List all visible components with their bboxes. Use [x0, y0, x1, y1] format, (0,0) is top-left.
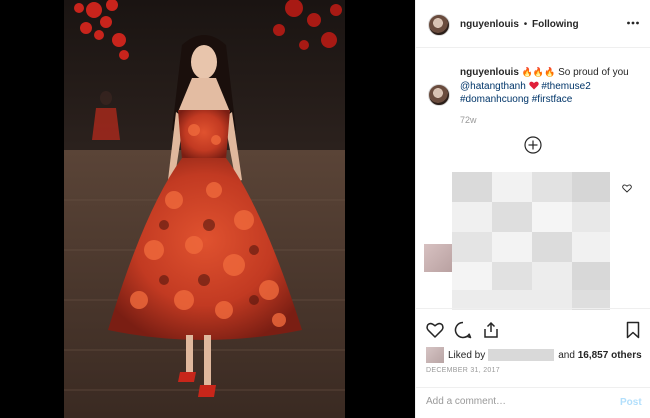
likes-count[interactable]: 16,857 others — [578, 350, 642, 361]
blurred-commenter-avatar — [424, 244, 452, 272]
share-icon[interactable] — [482, 321, 500, 339]
comment-icon[interactable] — [454, 321, 472, 339]
hashtag-link[interactable]: #firstface — [532, 94, 573, 105]
comment-like-icon[interactable] — [622, 184, 632, 193]
post-caption: nguyenlouis 🔥🔥🔥 So proud of you @hatangt… — [460, 66, 640, 107]
post-header: nguyenlouis • Following — [416, 0, 650, 48]
liker-avatar[interactable] — [426, 347, 444, 363]
author-username[interactable]: nguyenlouis — [460, 19, 519, 30]
header-user-line: nguyenlouis • Following — [460, 19, 579, 30]
hashtag-link[interactable]: #themuse2 — [541, 81, 590, 92]
post-details-panel: nguyenlouis • Following nguyenlouis 🔥🔥🔥 … — [415, 0, 650, 418]
heart-icon[interactable] — [426, 321, 444, 339]
blurred-comment-block — [452, 172, 610, 310]
likes-summary: Liked by and 16,857 others — [426, 347, 642, 363]
ellipsis-icon[interactable] — [626, 16, 640, 30]
separator-dot: • — [523, 19, 528, 30]
caption-timestamp: 72w — [460, 115, 477, 125]
likes-and-label: and — [558, 349, 575, 361]
comment-bar: Post — [416, 387, 650, 418]
post-comment-button[interactable]: Post — [620, 397, 642, 408]
post-actions-section: Liked by and 16,857 others DECEMBER 31, … — [416, 308, 650, 418]
red-heart-icon — [528, 81, 539, 89]
post-photo[interactable] — [64, 0, 345, 418]
author-avatar[interactable] — [428, 14, 450, 36]
blurred-liker-name[interactable] — [488, 349, 555, 361]
following-button[interactable]: Following — [532, 19, 579, 30]
caption-username[interactable]: nguyenlouis — [460, 67, 519, 78]
fire-emojis: 🔥🔥🔥 — [521, 67, 556, 77]
comment-input[interactable] — [426, 396, 596, 407]
caption-text: So proud of you — [558, 67, 629, 78]
load-more-comments-icon[interactable] — [524, 136, 542, 154]
runway-photo-illustration — [64, 0, 345, 418]
post-date[interactable]: DECEMBER 31, 2017 — [426, 367, 500, 374]
hashtag-link[interactable]: #domanhcuong — [460, 94, 529, 105]
caption-author-avatar[interactable] — [428, 84, 450, 106]
liked-by-label: Liked by — [448, 349, 486, 361]
bookmark-icon[interactable] — [624, 321, 642, 339]
mention-link[interactable]: @hatangthanh — [460, 81, 526, 92]
